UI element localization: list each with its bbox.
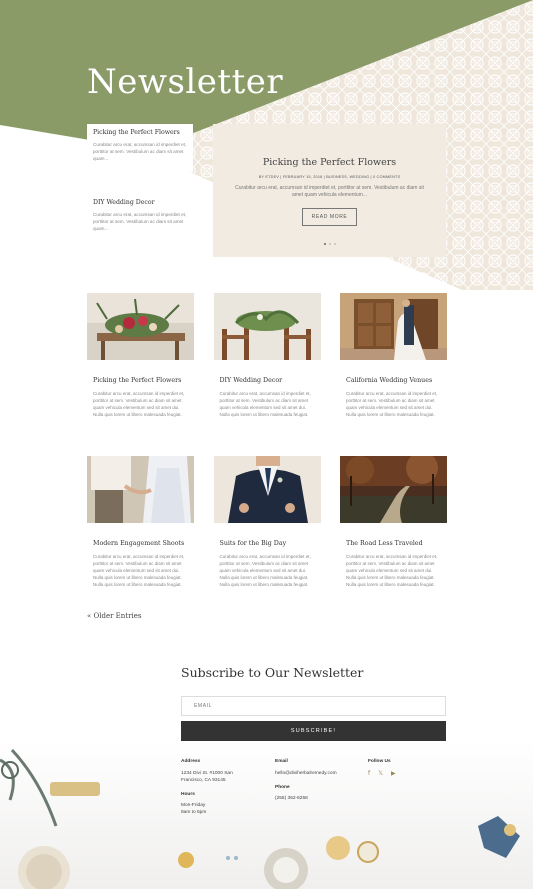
blog-post-card[interactable]: California Wedding Venues Curabitur arcu…: [340, 293, 447, 456]
post-excerpt: Curabitur arcu erat, accumsan id imperdi…: [346, 391, 438, 417]
slider-dot-active[interactable]: [323, 243, 326, 245]
post-excerpt: Curabitur arcu erat, accumsan id imperdi…: [93, 554, 185, 587]
facebook-icon[interactable]: f: [368, 770, 370, 777]
post-excerpt: Curabitur arcu erat, accumsan id imperdi…: [93, 391, 185, 417]
post-image-flowers[interactable]: [87, 293, 194, 360]
featured-post-meta: BY ETDEV | FEBRUARY 15, 2018 | BUSINESS,…: [258, 175, 401, 179]
post-image-venue[interactable]: [340, 293, 447, 360]
footer-heading-address: Address: [181, 759, 201, 764]
footer-phone[interactable]: (255) 352-6258: [275, 795, 365, 802]
footer-heading-follow: Follow Us: [368, 759, 391, 764]
footer-heading-email: Email: [275, 759, 288, 764]
read-more-button[interactable]: READ MORE: [301, 208, 358, 226]
post-title[interactable]: DIY Wedding Decor: [220, 377, 315, 384]
page-title: Newsletter: [87, 62, 284, 102]
footer-contact-column: Email hello@diviherbalremedy.com Phone (…: [275, 758, 365, 802]
page: Newsletter Picking the Perfect Flowers C…: [0, 0, 533, 889]
featured-post-excerpt: Curabitur arcu erat, accumsan id imperdi…: [235, 185, 424, 198]
footer-heading-phone: Phone: [275, 785, 290, 790]
slider-pagination: [213, 243, 446, 245]
slider-dot[interactable]: [333, 243, 336, 245]
email-input[interactable]: [181, 696, 446, 716]
post-title[interactable]: The Road Less Traveled: [346, 540, 441, 547]
post-title[interactable]: Picking the Perfect Flowers: [93, 377, 188, 384]
side-post-title[interactable]: Picking the Perfect Flowers: [93, 129, 187, 136]
blog-post-grid: Picking the Perfect Flowers Curabitur ar…: [87, 293, 447, 619]
post-excerpt: Curabitur arcu erat, accumsan id imperdi…: [219, 391, 311, 417]
address-line: 1234 Divi St. #1000 San: [181, 771, 233, 776]
post-image-engagement[interactable]: [87, 456, 194, 523]
social-links: f 𝕏 ▶: [368, 770, 438, 777]
footer-email-link[interactable]: hello@diviherbalremedy.com: [275, 770, 365, 777]
blog-post-card[interactable]: The Road Less Traveled Curabitur arcu er…: [340, 452, 447, 619]
subscribe-heading: Subscribe to Our Newsletter: [181, 665, 364, 680]
address-line: Francisco, CA 93145: [181, 778, 226, 783]
blog-post-card[interactable]: DIY Wedding Decor Curabitur arcu erat, a…: [213, 293, 321, 456]
post-excerpt: Curabitur arcu erat, accumsan id imperdi…: [219, 554, 311, 587]
side-post-item[interactable]: DIY Wedding Decor Curabitur arcu erat, a…: [87, 199, 193, 232]
side-post-excerpt: Curabitur arcu erat, accumsan id imperdi…: [93, 142, 187, 161]
blog-post-card[interactable]: Suits for the Big Day Curabitur arcu era…: [213, 456, 321, 619]
hours-line: Mon-Friday: [181, 803, 206, 808]
featured-post-title[interactable]: Picking the Perfect Flowers: [213, 157, 446, 168]
post-title[interactable]: California Wedding Venues: [346, 377, 441, 384]
side-post-item[interactable]: Picking the Perfect Flowers Curabitur ar…: [87, 124, 193, 172]
blog-post-card[interactable]: Modern Engagement Shoots Curabitur arcu …: [87, 456, 194, 619]
blog-post-card[interactable]: Picking the Perfect Flowers Curabitur ar…: [87, 293, 194, 456]
twitter-icon[interactable]: 𝕏: [378, 770, 383, 777]
footer-address-column: Address 1234 Divi St. #1000 San Francisc…: [181, 758, 261, 816]
post-title[interactable]: Suits for the Big Day: [220, 540, 315, 547]
side-post-title[interactable]: DIY Wedding Decor: [93, 199, 187, 206]
youtube-icon[interactable]: ▶: [391, 770, 396, 777]
post-image-suit[interactable]: [213, 456, 321, 523]
featured-post-slider: Picking the Perfect Flowers BY ETDEV | F…: [213, 124, 446, 257]
post-image-decor[interactable]: [213, 293, 321, 360]
post-excerpt: Curabitur arcu erat, accumsan id imperdi…: [346, 554, 438, 587]
footer-heading-hours: Hours: [181, 792, 195, 797]
slider-dot[interactable]: [328, 243, 331, 245]
footer-social-column: Follow Us f 𝕏 ▶: [368, 758, 438, 777]
subscribe-button[interactable]: SUBSCRIBE!: [181, 721, 446, 741]
footer-background: [0, 740, 533, 889]
hours-line: 8am to 5pm: [181, 810, 207, 815]
post-image-road[interactable]: [340, 452, 447, 523]
side-post-excerpt: Curabitur arcu erat, accumsan id imperdi…: [93, 212, 187, 231]
older-entries-link[interactable]: « Older Entries: [87, 612, 141, 620]
post-title[interactable]: Modern Engagement Shoots: [93, 540, 188, 547]
